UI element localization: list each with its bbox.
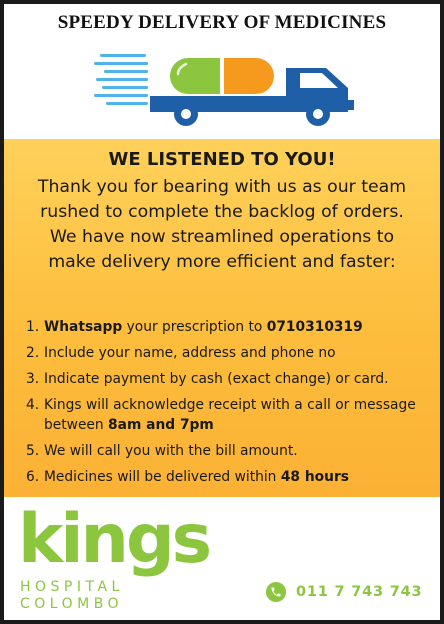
notice-panel: WE LISTENED TO YOU! Thank you for bearin… — [4, 139, 440, 497]
phone-icon — [266, 582, 286, 602]
kings-logo: kings — [18, 500, 212, 579]
list-item: 6. Medicines will be delivered within 48… — [26, 469, 349, 485]
list-item: 4. Kings will acknowledge receipt with a… — [26, 397, 416, 433]
hotline[interactable]: 011 7 743 743 — [266, 581, 422, 603]
page-title: SPEEDY DELIVERY OF MEDICINES — [57, 12, 387, 33]
list-item: 3. Indicate payment by cash (exact chang… — [26, 371, 389, 387]
header-section: SPEEDY DELIVERY OF MEDICINES — [4, 4, 440, 139]
phone-number[interactable]: 011 7 743 743 — [296, 584, 422, 600]
paragraph-line: rushed to complete the backlog of orders… — [40, 202, 404, 222]
logo-hospital-text: HOSPITAL — [20, 579, 124, 595]
list-item: 2. Include your name, address and phone … — [26, 345, 336, 361]
paragraph-line: We have now streamlined operations to — [49, 227, 395, 247]
paragraph-line: make delivery more efficient and faster: — [48, 252, 396, 272]
list-item: 1. Whatsapp your prescription to 0710310… — [26, 319, 363, 335]
notice-paragraph: Thank you for bearing with us as our tea… — [14, 175, 430, 275]
footer-section: kings HOSPITAL COLOMBO 011 7 743 743 — [4, 497, 440, 620]
flyer: SPEEDY DELIVERY OF MEDICINES WE LISTENED… — [0, 0, 444, 624]
notice-headline: WE LISTENED TO YOU! — [108, 149, 336, 170]
steps-list: 1. Whatsapp your prescription to 0710310… — [26, 317, 436, 493]
logo-colombo-text: COLOMBO — [20, 596, 124, 612]
delivery-truck-icon — [94, 54, 354, 126]
list-item: 5. We will call you with the bill amount… — [26, 443, 298, 459]
paragraph-line: Thank you for bearing with us as our tea… — [37, 177, 407, 197]
